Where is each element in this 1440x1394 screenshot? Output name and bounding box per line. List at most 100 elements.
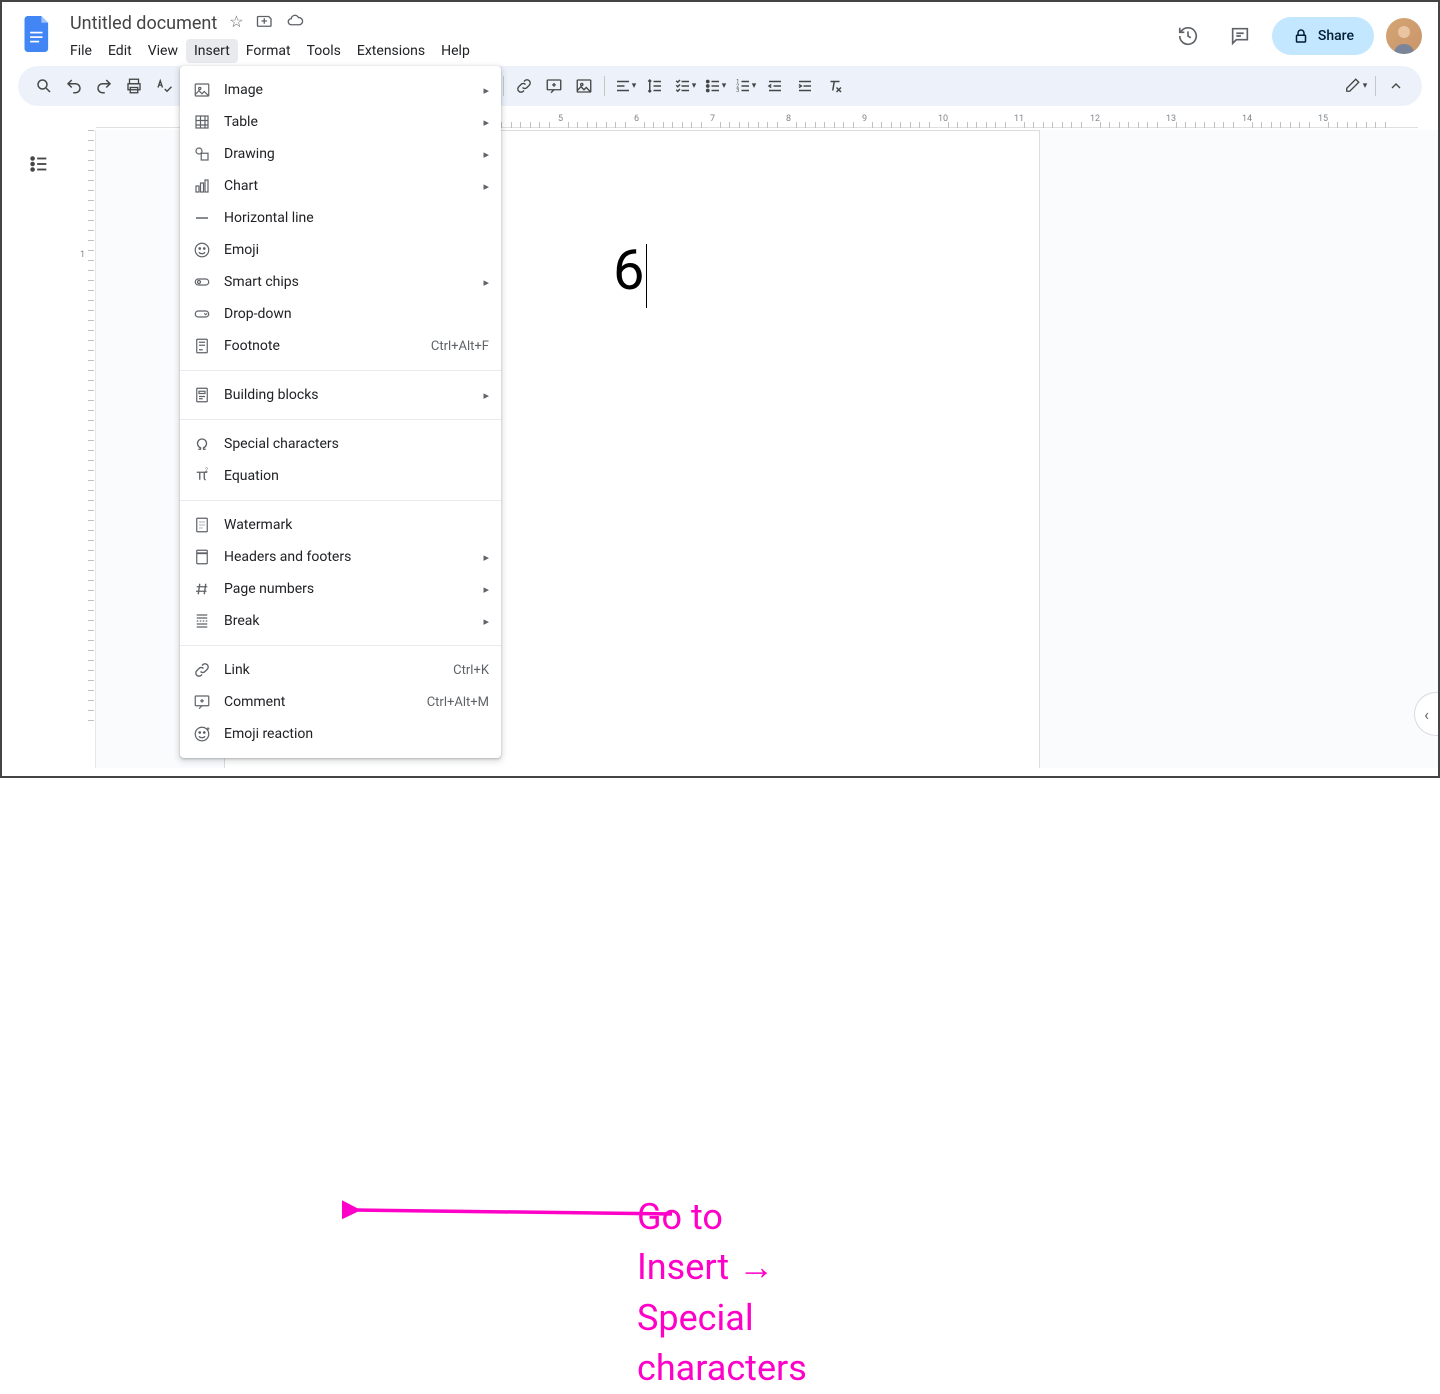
history-icon[interactable] bbox=[1168, 16, 1208, 56]
insert-menu-horizontal-line[interactable]: Horizontal line bbox=[180, 202, 501, 234]
dropdown-icon bbox=[192, 304, 212, 324]
clear-formatting-icon[interactable] bbox=[821, 72, 849, 100]
menu-item-label: Drop-down bbox=[224, 306, 489, 322]
avatar[interactable] bbox=[1386, 18, 1422, 54]
document-text: 6 bbox=[613, 237, 644, 303]
menu-item-label: Building blocks bbox=[224, 387, 483, 403]
submenu-arrow-icon: ▸ bbox=[483, 276, 489, 289]
insert-menu-drop-down[interactable]: Drop-down bbox=[180, 298, 501, 330]
cloud-icon[interactable] bbox=[286, 12, 304, 34]
image-icon bbox=[192, 80, 212, 100]
collapse-toolbar-icon[interactable] bbox=[1382, 72, 1410, 100]
drawing-icon bbox=[192, 144, 212, 164]
ruler-number: 8 bbox=[786, 114, 791, 124]
star-icon[interactable]: ☆ bbox=[229, 12, 243, 34]
insert-menu-emoji-reaction[interactable]: Emoji reaction bbox=[180, 718, 501, 750]
blocks-icon bbox=[192, 385, 212, 405]
annotation-text: Go to Insert → Special characters bbox=[637, 1192, 807, 1394]
align-icon[interactable]: ▾ bbox=[611, 72, 639, 100]
shortcut-label: Ctrl+K bbox=[453, 663, 489, 678]
bulleted-list-icon[interactable]: ▾ bbox=[701, 72, 729, 100]
insert-menu-break[interactable]: Break▸ bbox=[180, 605, 501, 637]
footnote-icon bbox=[192, 336, 212, 356]
insert-image-icon[interactable] bbox=[570, 72, 598, 100]
watermark-icon bbox=[192, 515, 212, 535]
insert-menu-footnote[interactable]: FootnoteCtrl+Alt+F bbox=[180, 330, 501, 362]
emoji-reaction-icon bbox=[192, 724, 212, 744]
vertical-ruler[interactable]: 1 bbox=[76, 130, 96, 768]
headers-icon bbox=[192, 547, 212, 567]
insert-menu-image[interactable]: Image▸ bbox=[180, 74, 501, 106]
menu-item-label: Emoji reaction bbox=[224, 726, 489, 742]
insert-menu-chart[interactable]: Chart▸ bbox=[180, 170, 501, 202]
submenu-arrow-icon: ▸ bbox=[483, 148, 489, 161]
add-comment-icon[interactable] bbox=[540, 72, 568, 100]
menu-edit[interactable]: Edit bbox=[100, 39, 140, 63]
menu-item-label: Drawing bbox=[224, 146, 483, 162]
menu-item-label: Headers and footers bbox=[224, 549, 483, 565]
outline-icon[interactable] bbox=[21, 146, 57, 182]
insert-menu-table[interactable]: Table▸ bbox=[180, 106, 501, 138]
menu-item-label: Smart chips bbox=[224, 274, 483, 290]
redo-icon[interactable] bbox=[90, 72, 118, 100]
menu-item-label: Footnote bbox=[224, 338, 431, 354]
undo-icon[interactable] bbox=[60, 72, 88, 100]
menu-view[interactable]: View bbox=[140, 39, 186, 63]
chips-icon bbox=[192, 272, 212, 292]
menu-format[interactable]: Format bbox=[238, 39, 299, 63]
title-area: Untitled document ☆ FileEditViewInsertFo… bbox=[58, 10, 1168, 66]
insert-menu-smart-chips[interactable]: Smart chips▸ bbox=[180, 266, 501, 298]
menu-tools[interactable]: Tools bbox=[299, 39, 349, 63]
pi-icon: 2 bbox=[192, 466, 212, 486]
menu-item-label: Break bbox=[224, 613, 483, 629]
decrease-indent-icon[interactable] bbox=[761, 72, 789, 100]
omega-icon bbox=[192, 434, 212, 454]
insert-menu-emoji[interactable]: Emoji bbox=[180, 234, 501, 266]
insert-menu-comment[interactable]: CommentCtrl+Alt+M bbox=[180, 686, 501, 718]
shortcut-label: Ctrl+Alt+F bbox=[431, 339, 489, 354]
table-icon bbox=[192, 112, 212, 132]
checklist-icon[interactable]: ▾ bbox=[671, 72, 699, 100]
share-label: Share bbox=[1318, 28, 1354, 44]
chart-icon bbox=[192, 176, 212, 196]
insert-menu-link[interactable]: LinkCtrl+K bbox=[180, 654, 501, 686]
ruler-number: 6 bbox=[634, 114, 639, 124]
line-spacing-icon[interactable] bbox=[641, 72, 669, 100]
insert-menu-drawing[interactable]: Drawing▸ bbox=[180, 138, 501, 170]
hash-icon bbox=[192, 579, 212, 599]
editing-mode-icon[interactable]: ▾ bbox=[1341, 72, 1369, 100]
submenu-arrow-icon: ▸ bbox=[483, 583, 489, 596]
menu-insert[interactable]: Insert bbox=[186, 39, 238, 63]
insert-link-icon[interactable] bbox=[510, 72, 538, 100]
insert-menu-special-characters[interactable]: Special characters bbox=[180, 428, 501, 460]
spellcheck-icon[interactable] bbox=[150, 72, 178, 100]
menu-item-label: Chart bbox=[224, 178, 483, 194]
text-cursor bbox=[646, 244, 647, 308]
docs-logo[interactable] bbox=[18, 14, 58, 54]
menu-extensions[interactable]: Extensions bbox=[349, 39, 433, 63]
emoji-icon bbox=[192, 240, 212, 260]
menu-help[interactable]: Help bbox=[433, 39, 478, 63]
print-icon[interactable] bbox=[120, 72, 148, 100]
move-icon[interactable] bbox=[256, 12, 274, 34]
insert-menu-building-blocks[interactable]: Building blocks▸ bbox=[180, 379, 501, 411]
menu-item-label: Special characters bbox=[224, 436, 489, 452]
link-icon bbox=[192, 660, 212, 680]
insert-menu-dropdown: Image▸Table▸Drawing▸Chart▸Horizontal lin… bbox=[180, 66, 501, 758]
increase-indent-icon[interactable] bbox=[791, 72, 819, 100]
insert-menu-watermark[interactable]: Watermark bbox=[180, 509, 501, 541]
comment-icon bbox=[192, 692, 212, 712]
submenu-arrow-icon: ▸ bbox=[483, 551, 489, 564]
insert-menu-page-numbers[interactable]: Page numbers▸ bbox=[180, 573, 501, 605]
insert-menu-equation[interactable]: 2 Equation bbox=[180, 460, 501, 492]
share-button[interactable]: Share bbox=[1272, 17, 1374, 55]
submenu-arrow-icon: ▸ bbox=[483, 389, 489, 402]
insert-menu-headers-and-footers[interactable]: Headers and footers▸ bbox=[180, 541, 501, 573]
search-menus-icon[interactable] bbox=[30, 72, 58, 100]
submenu-arrow-icon: ▸ bbox=[483, 180, 489, 193]
menu-item-label: Equation bbox=[224, 468, 489, 484]
comments-icon[interactable] bbox=[1220, 16, 1260, 56]
menu-file[interactable]: File bbox=[62, 39, 100, 63]
document-title[interactable]: Untitled document bbox=[66, 11, 221, 36]
numbered-list-icon[interactable]: 123▾ bbox=[731, 72, 759, 100]
